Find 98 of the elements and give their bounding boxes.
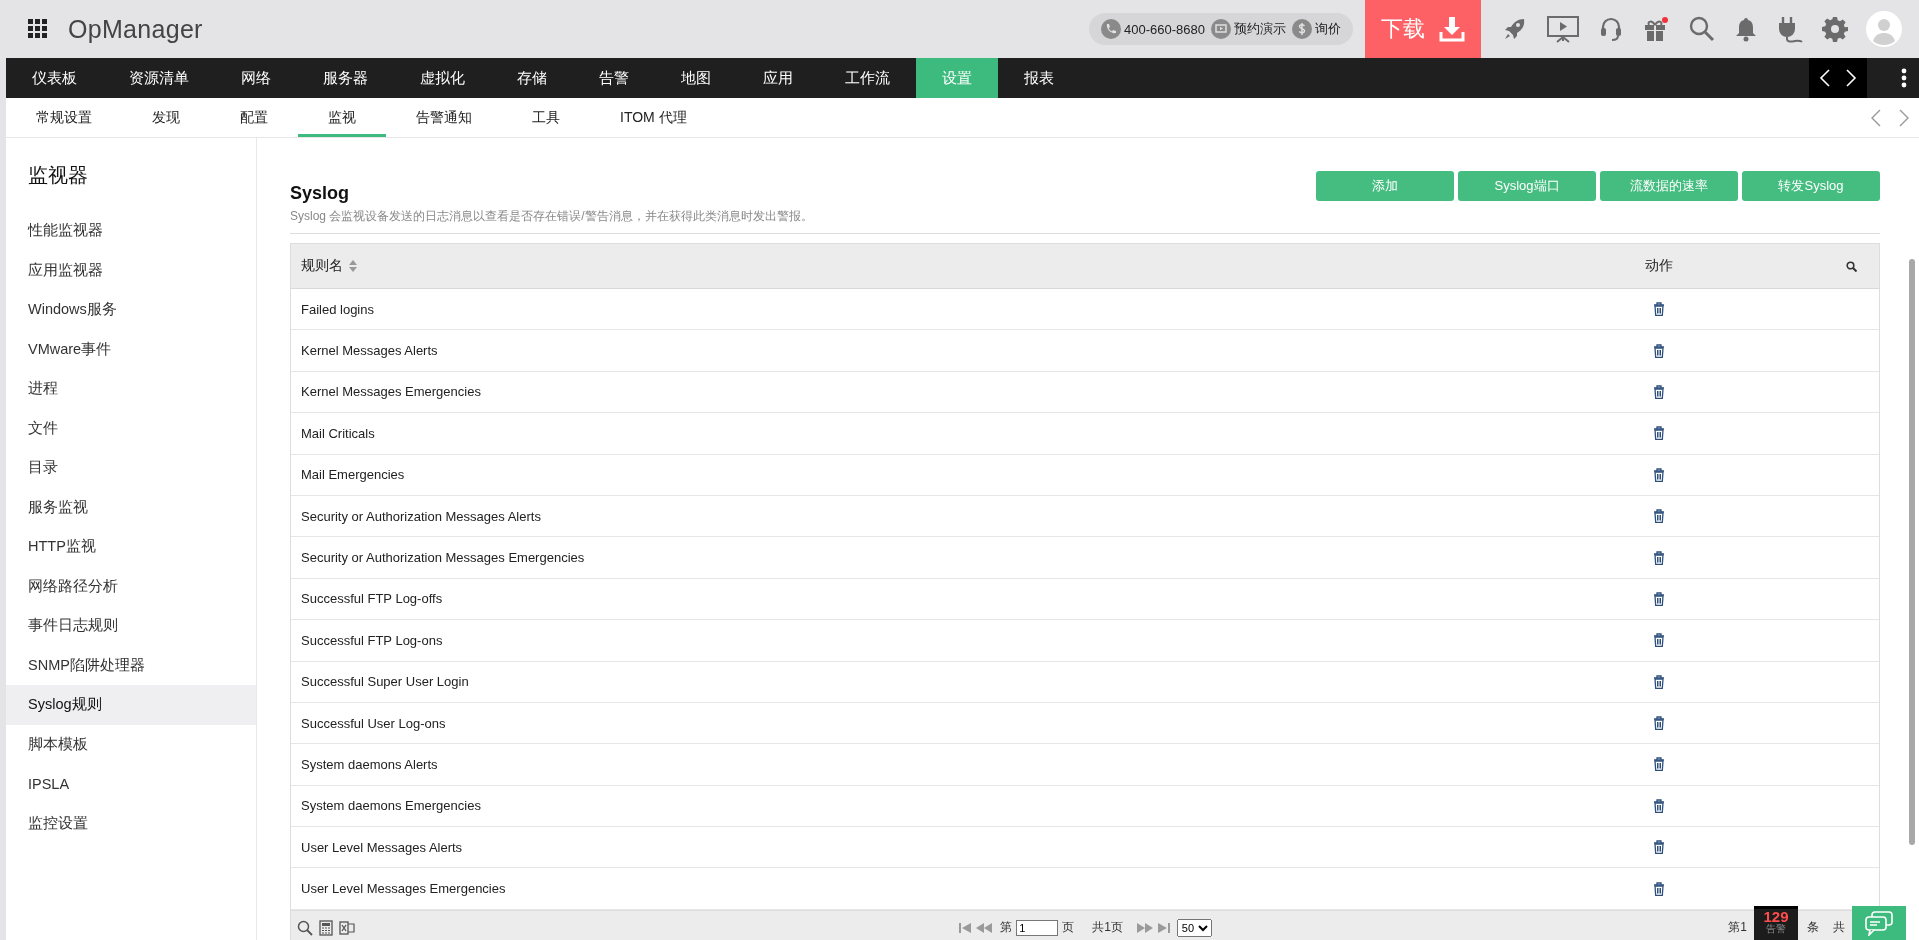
gift-icon[interactable] — [1642, 15, 1670, 43]
trash-icon[interactable] — [1653, 633, 1665, 648]
sidebar-item[interactable]: VMware事件 — [6, 329, 256, 369]
nav-tab[interactable]: 服务器 — [297, 58, 394, 98]
table-cell: Security or Authorization Messages Emergencies — [301, 550, 585, 566]
table-cell: Successful FTP Log-ons — [301, 632, 443, 648]
page-label: 第 — [1000, 919, 1013, 937]
app-grid-icon[interactable] — [28, 19, 48, 39]
subnav-tab[interactable]: 常规设置 — [6, 98, 122, 137]
trash-icon[interactable] — [1653, 426, 1665, 441]
nav-tab[interactable]: 工作流 — [819, 58, 916, 98]
trash-icon[interactable] — [1653, 798, 1665, 813]
trash-icon[interactable] — [1653, 384, 1665, 399]
search-icon[interactable] — [297, 919, 313, 936]
trash-icon[interactable] — [1653, 716, 1665, 731]
headset-icon[interactable] — [1598, 15, 1624, 43]
table-cell: Mail Criticals — [301, 425, 375, 441]
trash-icon[interactable] — [1653, 550, 1665, 565]
subnav-tab[interactable]: 告警通知 — [386, 98, 502, 137]
trash-icon[interactable] — [1653, 467, 1665, 482]
table-cell: Kernel Messages Emergencies — [301, 384, 481, 400]
screen-icon — [1211, 19, 1231, 39]
trash-icon[interactable] — [1653, 509, 1665, 524]
range-label: 第1 — [1728, 919, 1747, 937]
sidebar-item[interactable]: SNMP陷阱处理器 — [6, 645, 256, 685]
total-label: 共 — [1833, 919, 1845, 937]
trash-icon[interactable] — [1653, 757, 1665, 772]
alert-badge[interactable]: 129 告警 — [1754, 906, 1798, 940]
nav-tab[interactable]: 地图 — [655, 58, 737, 98]
sidebar-item[interactable]: IPSLA — [6, 764, 256, 804]
app-title: OpManager — [68, 14, 203, 44]
chat-icon — [1864, 910, 1894, 936]
nav-tab[interactable]: 网络 — [215, 58, 297, 98]
range-label: 条 — [1807, 919, 1819, 937]
nav-tab[interactable]: 存储 — [491, 58, 573, 98]
trash-icon[interactable] — [1653, 840, 1665, 855]
page-input[interactable]: 1 — [1016, 919, 1059, 936]
subnav-tab[interactable]: ITOM 代理 — [590, 98, 717, 137]
sidebar-item[interactable]: 文件 — [6, 408, 256, 448]
table-cell: User Level Messages Alerts — [301, 839, 463, 855]
search-icon[interactable] — [1846, 260, 1857, 272]
table-cell: System daemons Alerts — [301, 757, 438, 772]
nav-tab[interactable]: 告警 — [573, 58, 655, 98]
nav-tab[interactable]: 仪表板 — [6, 58, 103, 98]
column-header[interactable]: 规则名 — [301, 257, 343, 275]
sidebar-item[interactable]: 目录 — [6, 448, 256, 488]
table-cell: Successful FTP Log-offs — [301, 591, 443, 607]
nav-tab[interactable]: 资源清单 — [103, 58, 215, 98]
nav-tab[interactable]: 报表 — [998, 58, 1080, 98]
phone-icon — [1101, 19, 1122, 39]
table-cell: Mail Emergencies — [301, 467, 405, 483]
trash-icon[interactable] — [1653, 881, 1665, 896]
sidebar-item[interactable]: 服务监视 — [6, 487, 256, 527]
sidebar-item[interactable]: 监控设置 — [6, 803, 256, 843]
sidebar-item[interactable]: 事件日志规则 — [6, 606, 256, 646]
sidebar-item[interactable]: HTTP监视 — [6, 527, 256, 567]
table-cell: Successful Super User Login — [301, 674, 469, 690]
contact-link[interactable]: 400-660-8680 — [1101, 19, 1205, 39]
settings-icon[interactable] — [1822, 16, 1848, 42]
sidebar-title: 监视器 — [28, 163, 89, 188]
subnav-tab[interactable]: 工具 — [502, 98, 590, 137]
contact-link[interactable]: 预约演示 — [1211, 19, 1286, 39]
trash-icon[interactable] — [1653, 674, 1665, 689]
sidebar-item[interactable]: 进程 — [6, 369, 256, 409]
trash-icon[interactable] — [1653, 343, 1665, 358]
presentation-icon[interactable] — [1546, 14, 1580, 44]
more-icon[interactable] — [1901, 68, 1907, 88]
sidebar-item[interactable]: 性能监视器 — [6, 211, 256, 251]
trash-icon[interactable] — [1653, 591, 1665, 606]
plug-icon[interactable] — [1776, 15, 1804, 43]
page-size-select[interactable]: 50 — [1176, 918, 1212, 937]
table-cell: User Level Messages Emergencies — [301, 881, 506, 897]
column-header: 动作 — [1645, 257, 1673, 275]
page-count: 共1页 — [1092, 919, 1123, 937]
sidebar-item[interactable]: 应用监视器 — [6, 250, 256, 290]
sidebar-item[interactable]: 网络路径分析 — [6, 566, 256, 606]
nav-tab[interactable]: 应用 — [737, 58, 819, 98]
trash-icon[interactable] — [1653, 302, 1665, 317]
dollar-icon — [1292, 19, 1312, 39]
table-cell: Security or Authorization Messages Alerts — [301, 508, 541, 524]
subnav-tab[interactable]: 配置 — [210, 98, 298, 137]
nav-tab[interactable]: 虚拟化 — [394, 58, 491, 98]
sidebar-item[interactable]: 脚本模板 — [6, 724, 256, 764]
subnav-tab[interactable]: 发现 — [122, 98, 210, 137]
table-cell: Successful User Log-ons — [301, 715, 446, 731]
table-cell: Kernel Messages Alerts — [301, 343, 438, 359]
sidebar-item[interactable]: Syslog规则 — [6, 685, 256, 725]
bell-icon[interactable] — [1734, 16, 1758, 42]
calculator-icon[interactable] — [319, 919, 333, 936]
table-cell: System daemons Emergencies — [301, 798, 481, 814]
page-label: 页 — [1062, 919, 1075, 937]
page-description: Syslog 会监视设备发送的日志消息以查看是否存在错误/警告消息，并在获得此类消息时发出警报。 — [290, 208, 813, 225]
table-cell: Failed logins — [301, 301, 374, 317]
spreadsheet-icon[interactable] — [339, 919, 355, 936]
contact-link[interactable]: 询价 — [1292, 19, 1341, 39]
page-title: Syslog — [290, 183, 351, 204]
download-icon — [1439, 16, 1465, 42]
sidebar-item[interactable]: Windows服务 — [6, 290, 256, 330]
